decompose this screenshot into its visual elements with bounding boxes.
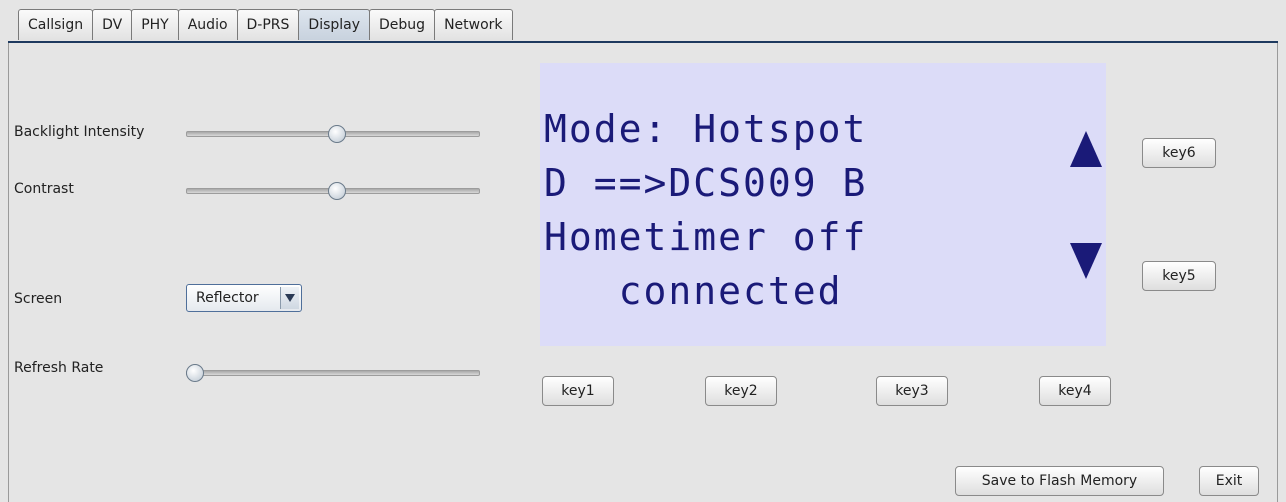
lcd-line-2: D ==>DCS009 B (544, 161, 868, 205)
chevron-down-icon (285, 294, 295, 302)
lcd-line-1: Mode: Hotspot (544, 107, 868, 151)
tab-bar: Callsign DV PHY Audio D-PRS Display Debu… (8, 8, 1278, 43)
tab-network[interactable]: Network (434, 9, 513, 40)
refresh-rate-label: Refresh Rate (14, 360, 104, 376)
key4-button[interactable]: key4 (1039, 376, 1111, 406)
key3-button[interactable]: key3 (876, 376, 948, 406)
lcd-display: Mode: Hotspot D ==>DCS009 B Hometimer of… (540, 63, 1106, 346)
save-to-flash-button[interactable]: Save to Flash Memory (955, 466, 1164, 496)
triangle-up-icon (1070, 131, 1102, 167)
exit-button[interactable]: Exit (1199, 466, 1259, 496)
tab-callsign[interactable]: Callsign (18, 9, 94, 40)
refresh-rate-slider-track (186, 370, 480, 376)
contrast-slider-thumb[interactable] (327, 182, 346, 200)
tab-display[interactable]: Display (298, 9, 371, 40)
refresh-rate-slider[interactable] (186, 363, 480, 383)
backlight-label: Backlight Intensity (14, 124, 145, 140)
lcd-line-4: connected (544, 269, 843, 313)
backlight-slider[interactable] (186, 124, 480, 144)
contrast-label: Contrast (14, 181, 74, 197)
screen-select[interactable]: Reflector (186, 284, 302, 312)
triangle-down-icon (1070, 243, 1102, 279)
tab-phy[interactable]: PHY (131, 9, 179, 40)
backlight-slider-thumb[interactable] (327, 125, 346, 143)
tab-audio[interactable]: Audio (177, 9, 238, 40)
key6-button[interactable]: key6 (1142, 138, 1216, 168)
key1-button[interactable]: key1 (542, 376, 614, 406)
key5-button[interactable]: key5 (1142, 261, 1216, 291)
lcd-line-3: Hometimer off (544, 215, 868, 259)
key2-button[interactable]: key2 (705, 376, 777, 406)
contrast-slider[interactable] (186, 181, 480, 201)
tab-dv[interactable]: DV (92, 9, 133, 40)
refresh-rate-slider-thumb[interactable] (186, 364, 204, 382)
tab-d-prs[interactable]: D-PRS (236, 9, 300, 40)
screen-select-arrow[interactable] (280, 287, 299, 309)
tab-debug[interactable]: Debug (369, 9, 436, 40)
tab-list: Callsign DV PHY Audio D-PRS Display Debu… (18, 9, 513, 40)
screen-select-value: Reflector (196, 290, 259, 306)
screen-label: Screen (14, 291, 63, 307)
